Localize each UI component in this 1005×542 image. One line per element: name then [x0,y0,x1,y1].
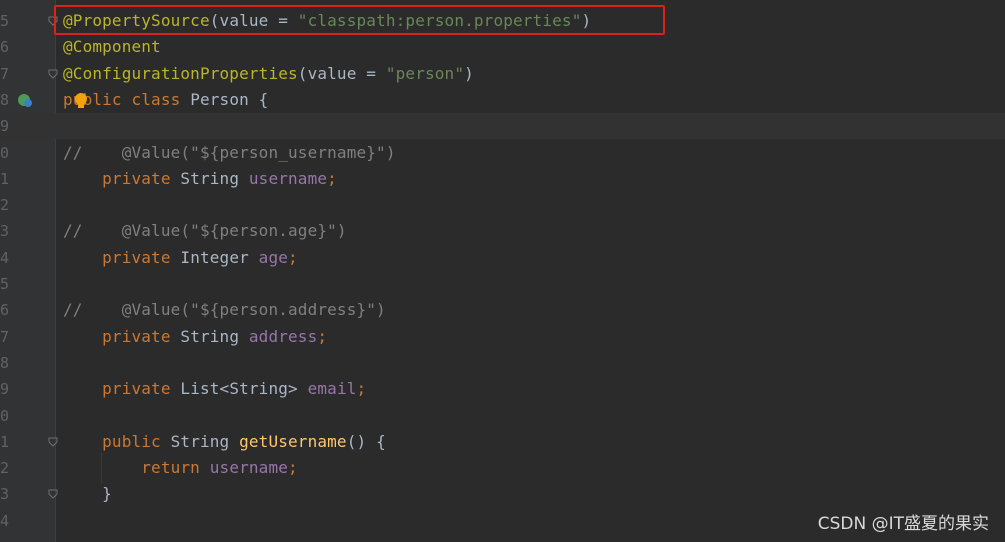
fold-marker-icon[interactable] [48,489,58,500]
code-token: ; [327,168,337,188]
code-line[interactable]: 1 public String getUsername() { [0,429,1005,455]
code-text[interactable]: private String username; [63,166,337,192]
code-token: email [307,379,357,399]
code-text[interactable]: // @Value("${person.age}") [63,218,347,244]
indent-guide [101,453,102,483]
code-token: String [170,431,240,451]
code-token: getUsername [239,431,347,451]
line-number[interactable]: 4 [0,245,10,271]
code-line[interactable]: 2 return username; [0,455,1005,481]
code-line[interactable]: 8 public class Person { [0,87,1005,113]
code-line[interactable]: 2 [0,192,1005,218]
code-line[interactable]: 5 [0,271,1005,297]
code-token: // @Value("${person_username}") [63,142,396,162]
code-line[interactable]: 1 private String username; [0,166,1005,192]
line-number[interactable]: 7 [0,324,10,350]
code-token: // @Value("${person.address}") [63,300,386,320]
code-line[interactable]: 8 [0,350,1005,376]
code-text[interactable]: private List<String> email; [63,376,366,402]
lightbulb-icon[interactable] [74,92,88,110]
code-token: @Component [63,37,161,57]
line-number[interactable]: 9 [0,113,10,139]
code-line[interactable]: 3 // @Value("${person.age}") [0,218,1005,244]
line-number[interactable]: 6 [0,297,10,323]
line-number[interactable]: 3 [0,481,10,507]
code-line[interactable]: 3 } [0,481,1005,507]
code-text[interactable]: @Component [63,34,161,60]
code-text[interactable]: // @Value("${person_username}") [63,140,396,166]
line-number[interactable]: 1 [0,429,10,455]
line-number[interactable]: 6 [0,34,10,60]
code-text[interactable]: @ConfigurationProperties(value = "person… [63,61,474,87]
code-token: ; [317,326,328,346]
line-number[interactable]: 0 [0,140,10,166]
fold-marker-icon[interactable] [48,437,58,447]
line-number[interactable]: 8 [0,350,10,376]
line-number[interactable]: 2 [0,455,10,481]
code-line[interactable]: 7 private String address; [0,324,1005,350]
code-text[interactable]: public class Person { [63,87,268,113]
code-line[interactable]: 4 private Integer age; [0,245,1005,271]
line-number[interactable]: 4 [0,508,10,534]
code-token: ) [464,63,474,83]
code-token: @ConfigurationProperties [63,63,298,83]
code-line[interactable]: 9 private List<String> email; [0,376,1005,402]
code-line[interactable]: 6 // @Value("${person.address}") [0,297,1005,323]
code-line[interactable]: 0 [0,403,1005,429]
fold-marker-icon[interactable] [48,69,58,79]
code-text[interactable]: } [63,481,112,507]
line-number[interactable]: 5 [0,8,10,34]
code-line[interactable]: 0 // @Value("${person_username}") [0,140,1005,166]
code-text[interactable]: private String address; [63,324,327,350]
highlight-annotation-box [54,5,665,35]
spring-bean-icon[interactable] [17,92,33,108]
line-number[interactable]: 1 [0,166,10,192]
code-token: (value = [297,63,386,83]
watermark-text: CSDN @IT盛夏的果实 [817,514,989,534]
code-token: ; [288,458,298,478]
code-token: age [258,247,289,267]
code-token: public [102,431,171,451]
code-text[interactable]: return username; [63,455,298,481]
code-token: private [102,168,181,188]
code-text[interactable]: // @Value("${person.address}") [63,297,386,323]
code-token: String [180,326,249,346]
code-token: // @Value("${person.age}") [63,221,347,241]
code-token: private [102,379,181,399]
code-token: address [248,326,318,346]
code-text[interactable]: public String getUsername() { [63,429,386,455]
code-token: Integer [180,247,259,267]
code-token: "person" [385,63,465,83]
code-token: String [180,168,249,188]
line-number[interactable]: 2 [0,192,10,218]
code-line[interactable]: 6 @Component [0,34,1005,60]
line-number[interactable]: 0 [0,403,10,429]
code-token: List<String> [180,379,308,399]
code-token: private [102,247,181,267]
code-token: username [248,168,328,188]
code-token: } [63,484,112,504]
code-token: private [102,326,181,346]
line-number[interactable]: 3 [0,218,10,244]
code-token: return [141,458,210,478]
code-token: ; [356,379,367,399]
line-number[interactable]: 8 [0,87,10,113]
code-token: ; [288,247,298,267]
code-token: username [209,458,289,478]
code-token: () { [346,431,386,451]
code-line[interactable]: 9 [0,113,1005,140]
code-line[interactable]: 7 @ConfigurationProperties(value = "perso… [0,61,1005,87]
line-number[interactable]: 7 [0,61,10,87]
code-token: Person { [190,89,269,109]
line-number[interactable]: 9 [0,376,10,402]
line-number[interactable]: 5 [0,271,10,297]
code-text[interactable]: private Integer age; [63,245,298,271]
